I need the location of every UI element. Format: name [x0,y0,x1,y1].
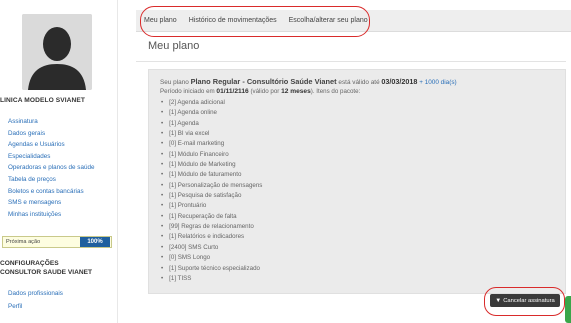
list-item: [99] Regras de relacionamento [160,222,262,232]
period-prefix: Período iniciado em [160,88,215,95]
list-item: [1] Personalização de mensagens [160,181,262,191]
sidebar-item-tabela-precos[interactable]: Tabela de preços [8,174,94,186]
sidebar-item-perfil[interactable]: Perfil [8,301,63,314]
config-menu: Dados profissionais Perfil [8,288,63,313]
plan-prefix: Seu plano [160,79,189,86]
thumbs-down-icon: ▼ [495,297,502,304]
period-suffix: ). Itens do pacote: [310,88,361,95]
cancel-button-label: Cancelar assinatura [503,297,555,304]
list-item: [0] SMS Longo [160,253,262,263]
next-action-label: Próxima ação [6,239,41,245]
plan-valid-date: 03/03/2018 [381,77,418,86]
list-item: [1] Módulo de faturamento [160,170,262,180]
chat-widget-tab[interactable] [565,296,571,323]
tab-historico[interactable]: Histórico de movimentações [189,17,277,24]
sidebar-item-boletos[interactable]: Boletos e contas bancárias [8,186,94,198]
list-item: [1] Relatórios e indicadores [160,232,262,242]
tab-escolha-plano[interactable]: Escolha/alterar seu plano [289,17,368,24]
period-start: 01/11/2116 [216,88,249,95]
sidebar-item-agendas-usuarios[interactable]: Agendas e Usuários [8,139,94,151]
list-item: [1] Prontuário [160,201,262,211]
sidebar-item-sms[interactable]: SMS e mensagens [8,197,94,209]
clinic-name: LINICA MODELO SVIANET [0,97,86,104]
user-silhouette-icon [22,14,92,90]
sidebar-item-especialidades[interactable]: Especialidades [8,151,94,163]
plan-panel: Seu plano Plano Regular - Consultório Sa… [148,69,566,294]
config-title-line-1: CONFIGURAÇÕES [0,260,59,267]
plan-days-link[interactable]: + 1000 dia(s) [419,79,456,86]
next-action-progress: Próxima ação 100% [2,236,112,248]
period-duration: 12 meses [281,88,311,95]
divider [136,61,566,62]
plan-valid-prefix: está válido até [338,79,380,86]
plan-name: Plano Regular - Consultório Saúde Vianet [190,77,337,86]
sidebar-item-instituicoes[interactable]: Minhas instituições [8,209,94,221]
config-title-line-2: CONSULTOR SAUDE VIANET [0,269,93,276]
period-valid-prefix: (válido por [250,88,280,95]
sidebar: LINICA MODELO SVIANET Assinatura Dados g… [0,0,118,323]
list-item: [2] Agenda adicional [160,98,262,108]
period-summary: Período iniciado em 01/11/2116 (válido p… [160,88,360,95]
list-item: [1] Suporte técnico especializado [160,264,262,274]
list-item: [1] BI via excel [160,129,262,139]
list-item: [1] Agenda [160,119,262,129]
tab-bar: Meu plano Histórico de movimentações Esc… [136,10,571,32]
list-item: [0] E-mail marketing [160,139,262,149]
list-item: [2400] SMS Curto [160,243,262,253]
list-item: [1] Pesquisa de satisfação [160,191,262,201]
config-section-title: CONFIGURAÇÕES CONSULTOR SAUDE VIANET [0,259,118,277]
sidebar-item-operadoras[interactable]: Operadoras e planos de saúde [8,162,94,174]
sidebar-item-assinatura[interactable]: Assinatura [8,116,94,128]
sidebar-item-dados-gerais[interactable]: Dados gerais [8,128,94,140]
list-item: [1] TISS [160,274,262,284]
page-title: Meu plano [148,40,200,52]
package-items-list: [2] Agenda adicional [1] Agenda online [… [160,98,262,284]
list-item: [1] Recuperação de falta [160,212,262,222]
plan-summary: Seu plano Plano Regular - Consultório Sa… [160,77,457,86]
list-item: [1] Agenda online [160,108,262,118]
list-item: [1] Módulo Financeiro [160,150,262,160]
progress-percent: 100% [80,237,110,247]
tab-meu-plano[interactable]: Meu plano [144,17,177,24]
list-item: [1] Módulo de Marketing [160,160,262,170]
avatar[interactable] [22,14,92,90]
cancel-subscription-button[interactable]: ▼ Cancelar assinatura [490,294,560,307]
sidebar-item-dados-profissionais[interactable]: Dados profissionais [8,288,63,301]
sidebar-menu: Assinatura Dados gerais Agendas e Usuári… [8,116,94,220]
